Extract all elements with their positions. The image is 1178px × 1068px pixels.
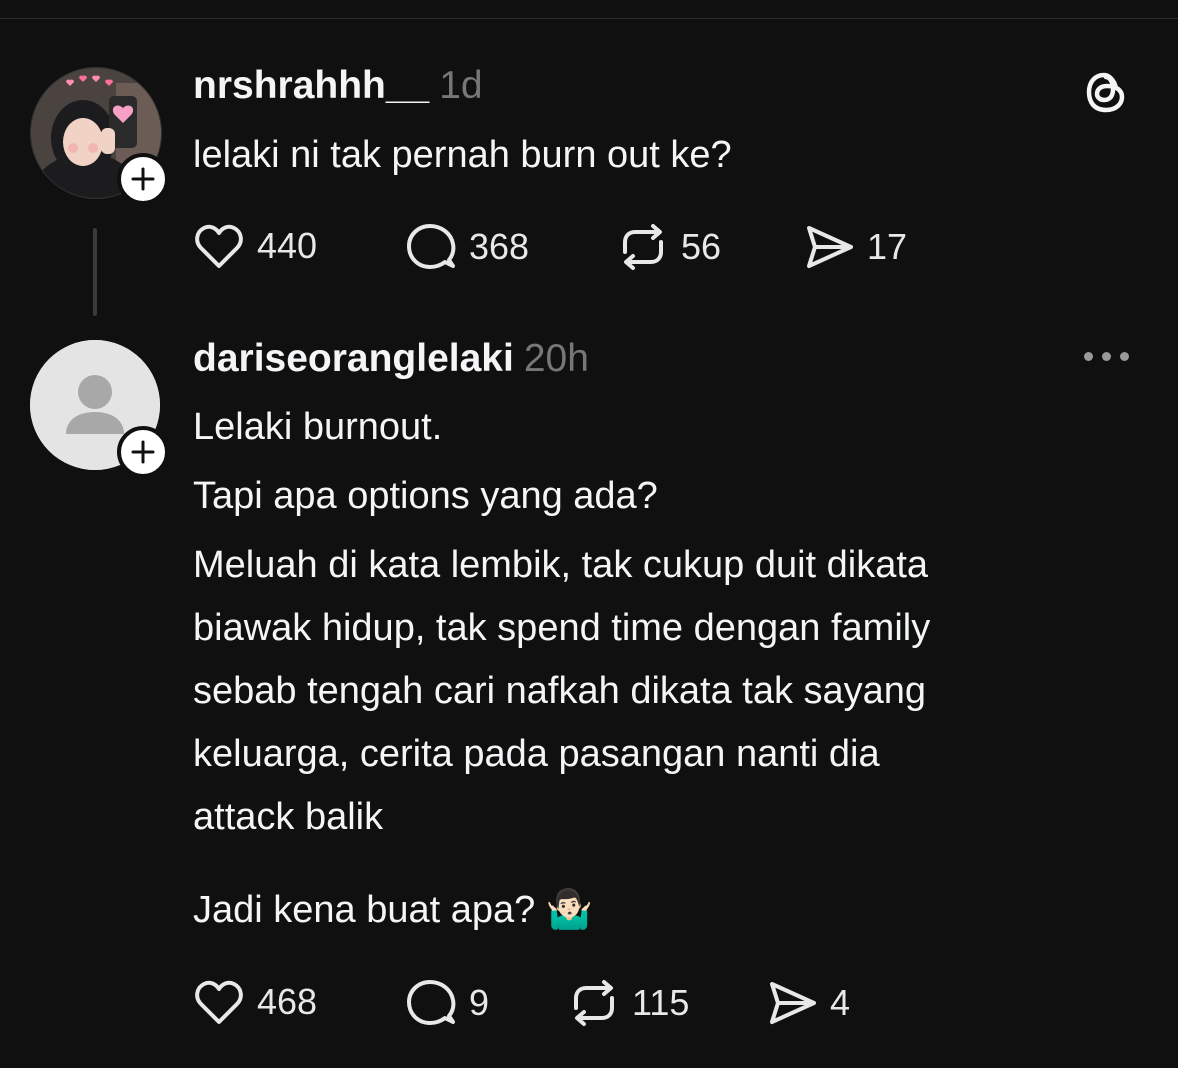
reply-button[interactable]: 9 xyxy=(405,978,489,1028)
post-2-closing-line: Jadi kena buat apa? 🤷🏻‍♂️ xyxy=(193,888,593,932)
plus-icon xyxy=(131,167,155,191)
repost-count: 115 xyxy=(632,982,690,1023)
post-2-header: dariseoranglelaki 20h xyxy=(193,337,589,381)
post-2-line: sebab tengah cari nafkah dikata tak saya… xyxy=(193,670,927,712)
share-icon xyxy=(770,982,816,1024)
repost-icon xyxy=(623,224,663,270)
repost-button[interactable]: 115 xyxy=(568,978,689,1028)
share-count: 17 xyxy=(867,226,908,267)
like-button[interactable]: 468 xyxy=(193,978,317,1026)
repost-icon xyxy=(574,980,614,1026)
heart-icon xyxy=(195,980,243,1024)
post-2-line: Lelaki burnout. xyxy=(193,406,443,448)
like-count: 468 xyxy=(257,981,318,1022)
post-1-timestamp: 1d xyxy=(439,64,483,107)
post-2-question: Jadi kena buat apa? xyxy=(193,889,536,931)
post-2-line: keluarga, cerita pada pasangan nanti dia xyxy=(193,733,880,775)
post-2-line: attack balik xyxy=(193,796,384,838)
reply-button[interactable]: 368 xyxy=(405,222,529,272)
plus-icon xyxy=(131,440,155,464)
reply-count: 9 xyxy=(469,982,490,1023)
thread-connector-line xyxy=(93,228,97,316)
comment-icon xyxy=(407,224,456,269)
follow-button[interactable] xyxy=(117,426,169,478)
like-button[interactable]: 440 xyxy=(193,222,317,270)
share-button[interactable]: 4 xyxy=(766,978,850,1028)
post-2-line: Tapi apa options yang ada? xyxy=(193,475,658,517)
heart-icon xyxy=(195,224,243,268)
post-1-text: lelaki ni tak pernah burn out ke? xyxy=(193,134,732,176)
follow-button[interactable] xyxy=(117,153,169,205)
threads-logo-icon[interactable] xyxy=(1080,66,1132,118)
post-1-header: nrshrahhh__ 1d xyxy=(193,64,483,108)
like-count: 440 xyxy=(257,225,318,266)
thread-view: nrshrahhh__ 1d lelaki ni tak pernah burn … xyxy=(0,0,1178,1068)
post-2-username[interactable]: dariseoranglelaki xyxy=(193,337,514,380)
comment-icon xyxy=(407,980,456,1025)
shrug-emoji: 🤷🏻‍♂️ xyxy=(545,889,594,931)
share-icon xyxy=(807,226,853,268)
post-2-timestamp: 20h xyxy=(523,337,589,380)
repost-count: 56 xyxy=(681,226,722,267)
post-2-line: Meluah di kata lembik, tak cukup duit di… xyxy=(193,544,929,586)
repost-button[interactable]: 56 xyxy=(617,222,721,272)
reply-count: 368 xyxy=(469,226,530,267)
more-options-icon[interactable] xyxy=(1084,352,1129,361)
share-button[interactable]: 17 xyxy=(803,222,907,272)
share-count: 4 xyxy=(830,982,851,1023)
post-2-line: biawak hidup, tak spend time dengan fami… xyxy=(193,607,931,649)
top-divider xyxy=(0,18,1178,19)
post-1-username[interactable]: nrshrahhh__ xyxy=(193,64,429,107)
